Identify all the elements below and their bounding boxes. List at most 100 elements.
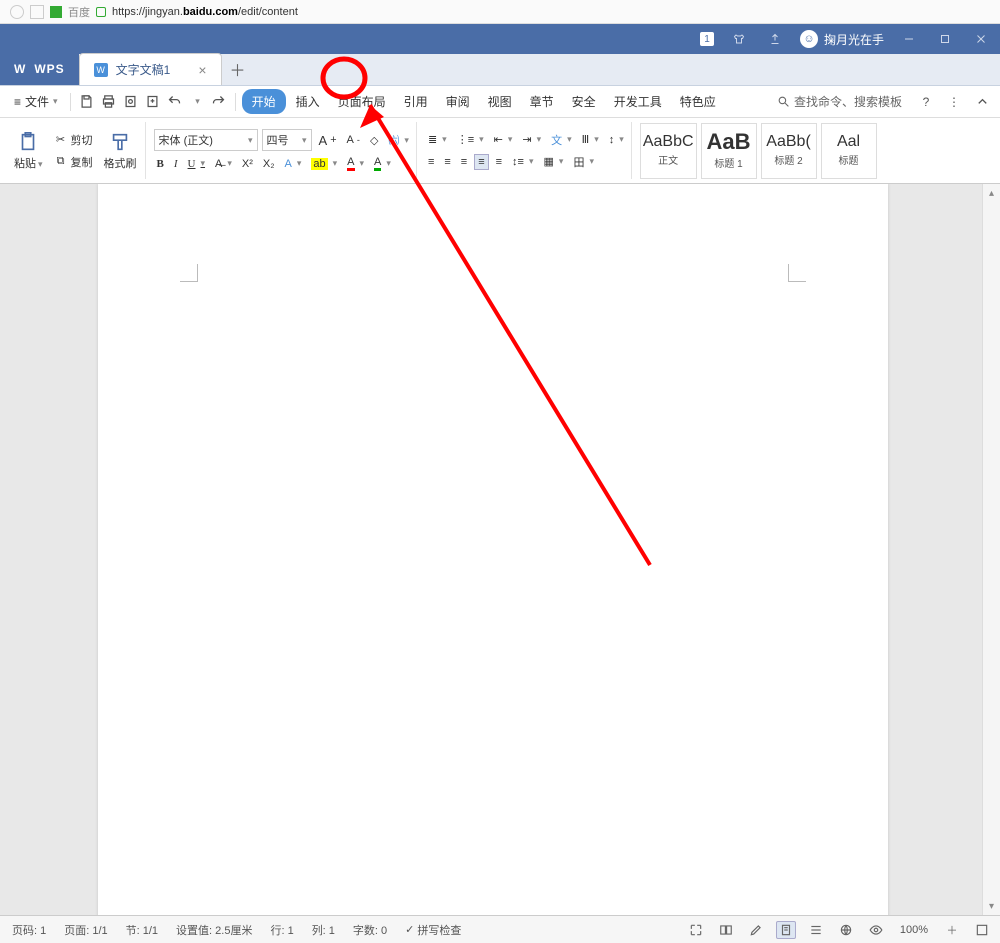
- copy-button[interactable]: ⧉复制: [51, 153, 96, 171]
- status-column[interactable]: 列: 1: [308, 922, 339, 938]
- shading-button[interactable]: ▦: [541, 154, 567, 169]
- write-view-icon[interactable]: [746, 921, 766, 939]
- highlight-button[interactable]: ab: [308, 157, 340, 171]
- more-icon[interactable]: ⋮: [944, 91, 964, 113]
- maximize-button[interactable]: [934, 28, 956, 50]
- zoom-level[interactable]: 100%: [896, 924, 932, 936]
- ribbon-tab-start[interactable]: 开始: [242, 89, 286, 114]
- scroll-down-icon[interactable]: ▾: [983, 897, 1000, 915]
- status-word-count[interactable]: 字数: 0: [349, 922, 391, 938]
- bold-button[interactable]: B: [154, 157, 167, 171]
- undo-dropdown[interactable]: [187, 91, 207, 113]
- close-button[interactable]: [970, 28, 992, 50]
- status-page[interactable]: 页面: 1/1: [60, 922, 111, 938]
- style-title[interactable]: Aal标题: [821, 123, 877, 179]
- align-right-button[interactable]: ≡: [458, 155, 470, 169]
- document-workspace[interactable]: [0, 184, 982, 915]
- margin-guide-tl: [180, 264, 198, 282]
- app-tab[interactable]: W WPS: [0, 53, 79, 85]
- ribbon-tab-special[interactable]: 特色应: [672, 89, 724, 114]
- style-preview: Aal: [837, 134, 860, 150]
- strikethrough-button[interactable]: A̶: [212, 157, 235, 171]
- ribbon-tab-insert[interactable]: 插入: [288, 89, 328, 114]
- ribbon-tab-view[interactable]: 视图: [480, 89, 520, 114]
- page-view-icon[interactable]: [776, 921, 796, 939]
- line-spacing-button[interactable]: ↕≡: [509, 155, 536, 169]
- ribbon-tab-developer[interactable]: 开发工具: [606, 89, 670, 114]
- borders-button[interactable]: 田: [570, 153, 597, 171]
- minimize-button[interactable]: [898, 28, 920, 50]
- read-view-icon[interactable]: [716, 921, 736, 939]
- align-combo-button[interactable]: Ⅲ: [579, 132, 602, 147]
- ribbon-tab-sections[interactable]: 章节: [522, 89, 562, 114]
- sort-button[interactable]: ↕: [606, 133, 627, 147]
- ribbon-tab-security[interactable]: 安全: [564, 89, 604, 114]
- redo-icon[interactable]: [209, 91, 229, 113]
- print-icon[interactable]: [99, 91, 119, 113]
- skin-icon[interactable]: [728, 28, 750, 50]
- italic-button[interactable]: I: [171, 157, 181, 171]
- web-view-icon[interactable]: [836, 921, 856, 939]
- status-page-number[interactable]: 页码: 1: [8, 922, 50, 938]
- status-spellcheck[interactable]: ✓拼写检查: [401, 922, 465, 938]
- grow-font-button[interactable]: A+: [316, 132, 340, 149]
- outdent-button[interactable]: ⇤: [491, 132, 516, 147]
- document-page[interactable]: [98, 184, 888, 915]
- align-center-button[interactable]: ≡: [441, 155, 453, 169]
- shrink-font-button[interactable]: A-: [344, 133, 363, 147]
- superscript-button[interactable]: X²: [239, 157, 256, 171]
- font-name-select[interactable]: 宋体 (正文)▾: [154, 129, 258, 151]
- paste-button[interactable]: 粘贴: [10, 129, 47, 173]
- ribbon-tab-review[interactable]: 审阅: [438, 89, 478, 114]
- ribbon-tab-references[interactable]: 引用: [396, 89, 436, 114]
- font-color-button[interactable]: A: [344, 155, 367, 172]
- clear-format-button[interactable]: ◇: [367, 133, 381, 148]
- format-painter-button[interactable]: 格式刷: [100, 129, 141, 173]
- align-left-button[interactable]: ≡: [425, 155, 437, 169]
- notification-badge[interactable]: 1: [700, 32, 714, 46]
- fullscreen-view-icon[interactable]: [686, 921, 706, 939]
- subscript-button[interactable]: X₂: [260, 157, 278, 171]
- ribbon-tab-layout[interactable]: 页面布局: [330, 89, 394, 114]
- close-tab-icon[interactable]: ×: [198, 62, 206, 78]
- copy-icon: ⧉: [54, 155, 68, 169]
- save-icon[interactable]: [77, 91, 97, 113]
- font-size-select[interactable]: 四号▾: [262, 129, 312, 151]
- style-normal[interactable]: AaBbC正文: [640, 123, 697, 179]
- cut-button[interactable]: ✂剪切: [51, 131, 96, 149]
- vertical-scrollbar[interactable]: ▴ ▾: [982, 184, 1000, 915]
- eye-view-icon[interactable]: [866, 921, 886, 939]
- text-effects-button[interactable]: A: [282, 157, 305, 171]
- undo-icon[interactable]: [165, 91, 185, 113]
- print-preview-icon[interactable]: [121, 91, 141, 113]
- outline-view-icon[interactable]: [806, 921, 826, 939]
- status-line[interactable]: 行: 1: [266, 922, 297, 938]
- add-shortcut-icon[interactable]: ＋: [942, 921, 962, 939]
- style-heading2[interactable]: AaBb(标题 2: [761, 123, 817, 179]
- status-position[interactable]: 设置值: 2.5厘米: [172, 922, 256, 938]
- user-account[interactable]: ☺ 掬月光在手: [800, 30, 884, 48]
- collapse-ribbon-icon[interactable]: [972, 91, 992, 113]
- share-icon[interactable]: [764, 28, 786, 50]
- distribute-button[interactable]: ≡: [493, 155, 505, 169]
- command-search[interactable]: 查找命令、搜索模板: [771, 91, 908, 112]
- new-tab-button[interactable]: ＋: [222, 53, 254, 85]
- numbering-button[interactable]: ⋮≡: [454, 132, 487, 147]
- ribbon-group-font: 宋体 (正文)▾ 四号▾ A+ A- ◇ ㈥ B I U A̶ X² X₂ A …: [150, 122, 417, 179]
- indent-button[interactable]: ⇥: [519, 132, 544, 147]
- scroll-up-icon[interactable]: ▴: [983, 184, 1000, 202]
- bullets-button[interactable]: ≣: [425, 132, 450, 147]
- phonetic-guide-button[interactable]: ㈥: [385, 131, 412, 149]
- document-tabs: W WPS W 文字文稿1 × ＋: [0, 54, 1000, 86]
- text-direction-button[interactable]: 文: [548, 131, 575, 149]
- fit-window-icon[interactable]: [972, 921, 992, 939]
- underline-button[interactable]: U: [185, 157, 208, 171]
- align-justify-button[interactable]: ≡: [474, 154, 488, 170]
- style-heading1[interactable]: AaB标题 1: [701, 123, 757, 179]
- document-tab-1[interactable]: W 文字文稿1 ×: [79, 53, 222, 85]
- status-section[interactable]: 节: 1/1: [122, 922, 162, 938]
- file-menu[interactable]: ≡ 文件 ▾: [8, 91, 64, 112]
- export-icon[interactable]: [143, 91, 163, 113]
- help-icon[interactable]: ?: [916, 91, 936, 113]
- char-shading-button[interactable]: A: [371, 155, 394, 172]
